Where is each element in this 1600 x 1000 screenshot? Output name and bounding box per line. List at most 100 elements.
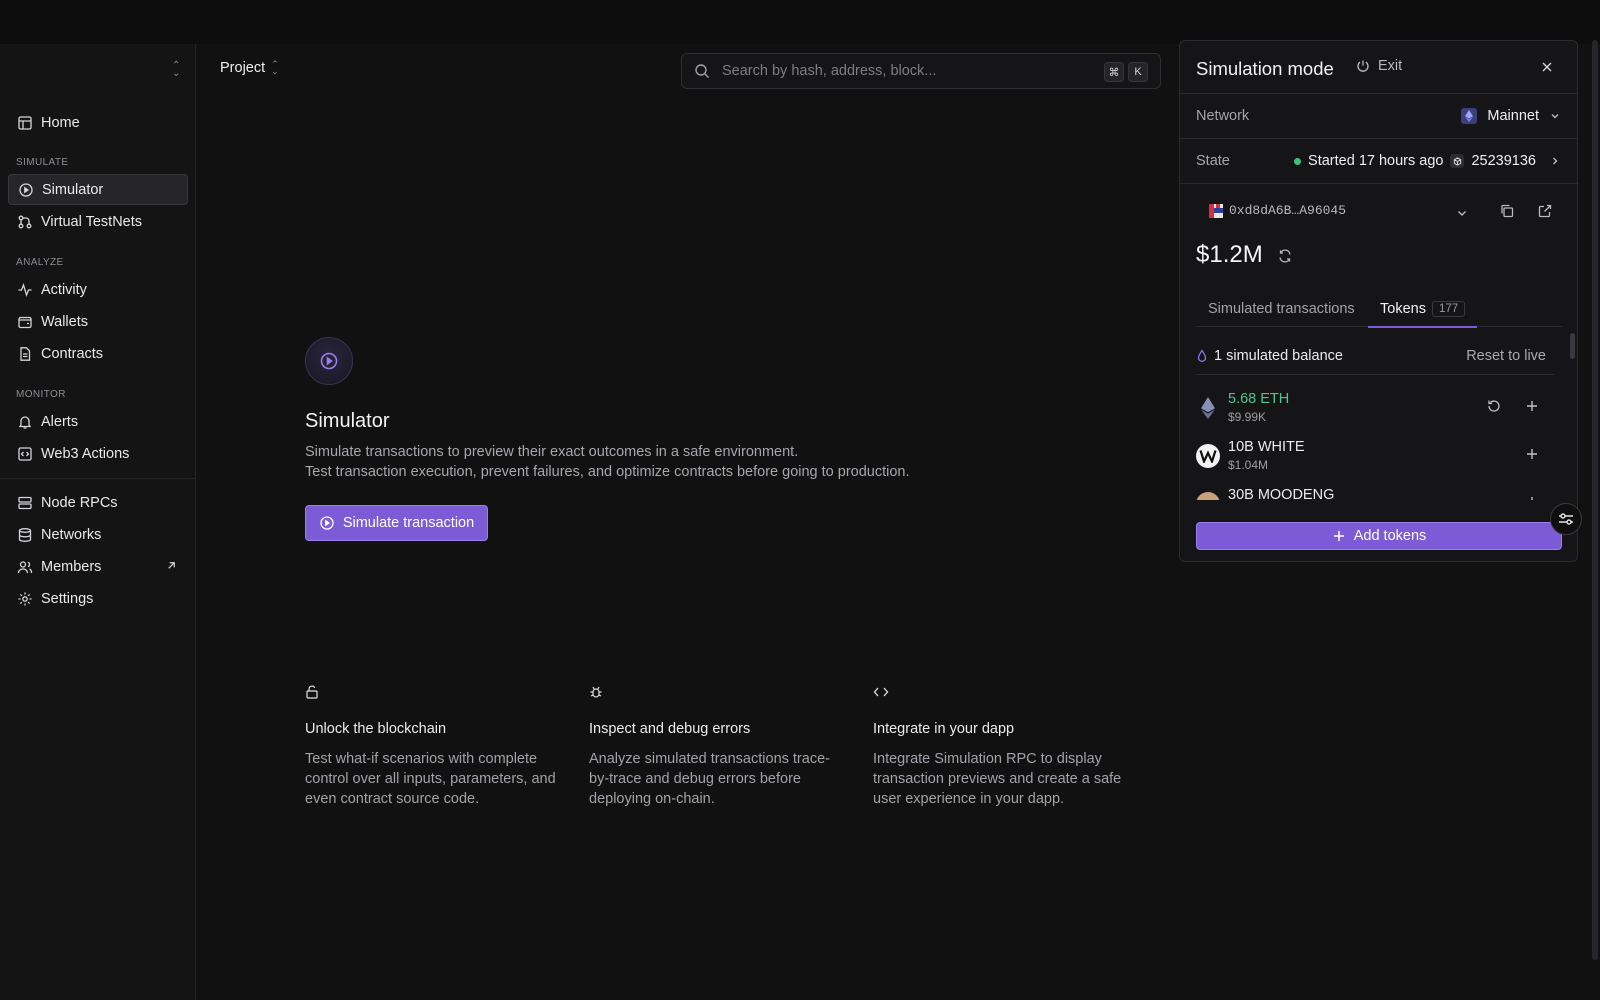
sidebar-divider	[0, 478, 196, 479]
sidebar-item-home[interactable]: Home	[8, 107, 188, 138]
state-value: Started 17 hours ago	[1308, 153, 1444, 169]
bell-icon	[18, 415, 32, 429]
sidebar-item-label: Virtual TestNets	[41, 213, 143, 230]
power-icon	[1357, 60, 1369, 72]
play-circle-icon	[320, 516, 334, 530]
sidebar-item-web3-actions[interactable]: Web3 Actions	[8, 438, 188, 469]
tab-label: Simulated transactions	[1208, 301, 1355, 317]
search-bar[interactable]: ⌘ K	[681, 53, 1161, 89]
workspace-switcher-icon[interactable]: ⌃ ⌄	[172, 61, 180, 79]
sidebar-item-label: Activity	[41, 281, 87, 298]
wallet-icon	[18, 316, 32, 328]
plus-icon[interactable]	[1524, 494, 1540, 500]
bug-icon	[590, 686, 602, 698]
sidebar-item-label: Home	[41, 114, 80, 131]
white-token-icon	[1196, 444, 1220, 468]
feature-card: Inspect and debug errors Analyze simulat…	[589, 685, 849, 809]
ethereum-icon	[1461, 108, 1478, 124]
close-icon[interactable]	[1539, 59, 1555, 75]
sidebar-item-label: Settings	[41, 590, 94, 607]
server-icon	[18, 496, 32, 509]
sidebar-item-members[interactable]: Members	[8, 551, 188, 582]
token-usd-value: $9.99K	[1228, 410, 1267, 424]
sidebar-item-simulator[interactable]: Simulator	[8, 174, 188, 205]
account-selector[interactable]: 0xd8dA6B…A96045	[1209, 203, 1346, 218]
sidebar-item-label: Alerts	[41, 413, 79, 430]
code-icon	[873, 687, 889, 697]
project-name: Project	[220, 60, 266, 76]
plus-icon[interactable]	[1524, 398, 1540, 414]
simulate-transaction-button[interactable]: Simulate transaction	[305, 505, 488, 541]
chevron-right-icon	[1553, 157, 1558, 165]
gear-icon	[18, 592, 32, 605]
sidebar-item-virtual-testnets[interactable]: Virtual TestNets	[8, 206, 188, 237]
token-amount: 10B WHITE	[1228, 439, 1305, 455]
reset-to-live-button[interactable]: Reset to live	[1466, 348, 1546, 364]
page-scrollbar[interactable]	[1592, 40, 1598, 960]
feature-description: Analyze simulated transactions trace-by-…	[589, 751, 830, 807]
sidebar-item-networks[interactable]: Networks	[8, 519, 188, 550]
git-fork-icon	[18, 215, 32, 228]
ethereum-icon	[1196, 396, 1220, 420]
state-row: State Started 17 hours ago 25239136	[1180, 138, 1577, 183]
activity-icon	[18, 282, 32, 297]
tab-tokens[interactable]: Tokens 177	[1368, 291, 1478, 328]
exit-button[interactable]: Exit	[1356, 58, 1402, 74]
account-avatar-icon	[1209, 203, 1223, 218]
search-input[interactable]	[722, 63, 1102, 79]
network-label: Network	[1196, 108, 1250, 124]
sidebar-item-label: Web3 Actions	[41, 445, 130, 462]
reset-icon[interactable]	[1486, 398, 1502, 414]
sidebar-item-label: Simulator	[42, 181, 104, 198]
page-description: Simulate transactions to preview their e…	[305, 442, 910, 482]
state-value-link[interactable]: Started 17 hours ago 25239136	[1294, 153, 1561, 169]
code-block-icon	[18, 446, 32, 461]
sidebar-item-contracts[interactable]: Contracts	[8, 338, 188, 369]
sidebar-item-alerts[interactable]: Alerts	[8, 406, 188, 437]
feature-card: Integrate in your dapp Integrate Simulat…	[873, 685, 1133, 809]
feature-title: Integrate in your dapp	[873, 721, 1015, 737]
sidebar-section-monitor: MONITOR	[16, 389, 66, 400]
button-label: Add tokens	[1353, 528, 1427, 544]
block-number: 25239136	[1471, 153, 1536, 169]
simulated-balance-text: 1 simulated balance	[1214, 347, 1343, 364]
cube-icon	[1450, 154, 1465, 168]
copy-icon[interactable]	[1499, 203, 1515, 219]
filter-settings-button[interactable]	[1550, 503, 1582, 535]
token-usd-value: $1.04M	[1228, 458, 1269, 472]
exit-label: Exit	[1378, 58, 1403, 74]
sidebar-item-label: Contracts	[41, 345, 104, 362]
sidebar-item-node-rpcs[interactable]: Node RPCs	[8, 487, 188, 518]
panel-scrollbar[interactable]	[1570, 333, 1575, 359]
plus-icon[interactable]	[1524, 446, 1540, 462]
description-line: Test transaction execution, prevent fail…	[305, 464, 910, 480]
top-bar	[0, 0, 1600, 44]
external-link-icon[interactable]	[1537, 203, 1553, 219]
tab-simulated-transactions[interactable]: Simulated transactions	[1208, 291, 1355, 327]
feature-card: Unlock the blockchain Test what-if scena…	[305, 685, 565, 809]
project-selector[interactable]: Project ⌃ ⌄	[220, 60, 279, 77]
state-label: State	[1196, 153, 1230, 169]
sidebar-item-settings[interactable]: Settings	[8, 583, 188, 614]
panel-title: Simulation mode	[1196, 58, 1334, 79]
sidebar-item-label: Members	[41, 558, 102, 575]
moodeng-token-icon	[1196, 492, 1220, 500]
sidebar-item-wallets[interactable]: Wallets	[8, 306, 188, 337]
tokens-count-badge: 177	[1431, 300, 1466, 317]
kbd-cmd: ⌘	[1104, 62, 1124, 82]
refresh-icon[interactable]	[1277, 248, 1293, 264]
lock-open-icon	[306, 685, 318, 699]
panel-tabs: Simulated transactions Tokens 177	[1196, 291, 1563, 328]
simulator-hero-icon	[305, 337, 353, 385]
token-row: 10B WHITE $1.04M	[1196, 436, 1554, 482]
chevron-down-icon[interactable]	[1455, 206, 1469, 220]
token-row: 5.68 ETH $9.99K	[1196, 388, 1554, 434]
play-circle-icon	[19, 182, 33, 197]
network-value: Mainnet	[1487, 108, 1539, 124]
sidebar-item-label: Wallets	[41, 313, 88, 330]
add-tokens-button[interactable]: Add tokens	[1196, 522, 1562, 550]
sidebar-item-activity[interactable]: Activity	[8, 274, 188, 305]
network-select[interactable]: Mainnet	[1461, 108, 1561, 124]
button-label: Simulate transaction	[342, 515, 475, 531]
feature-title: Inspect and debug errors	[589, 721, 751, 737]
